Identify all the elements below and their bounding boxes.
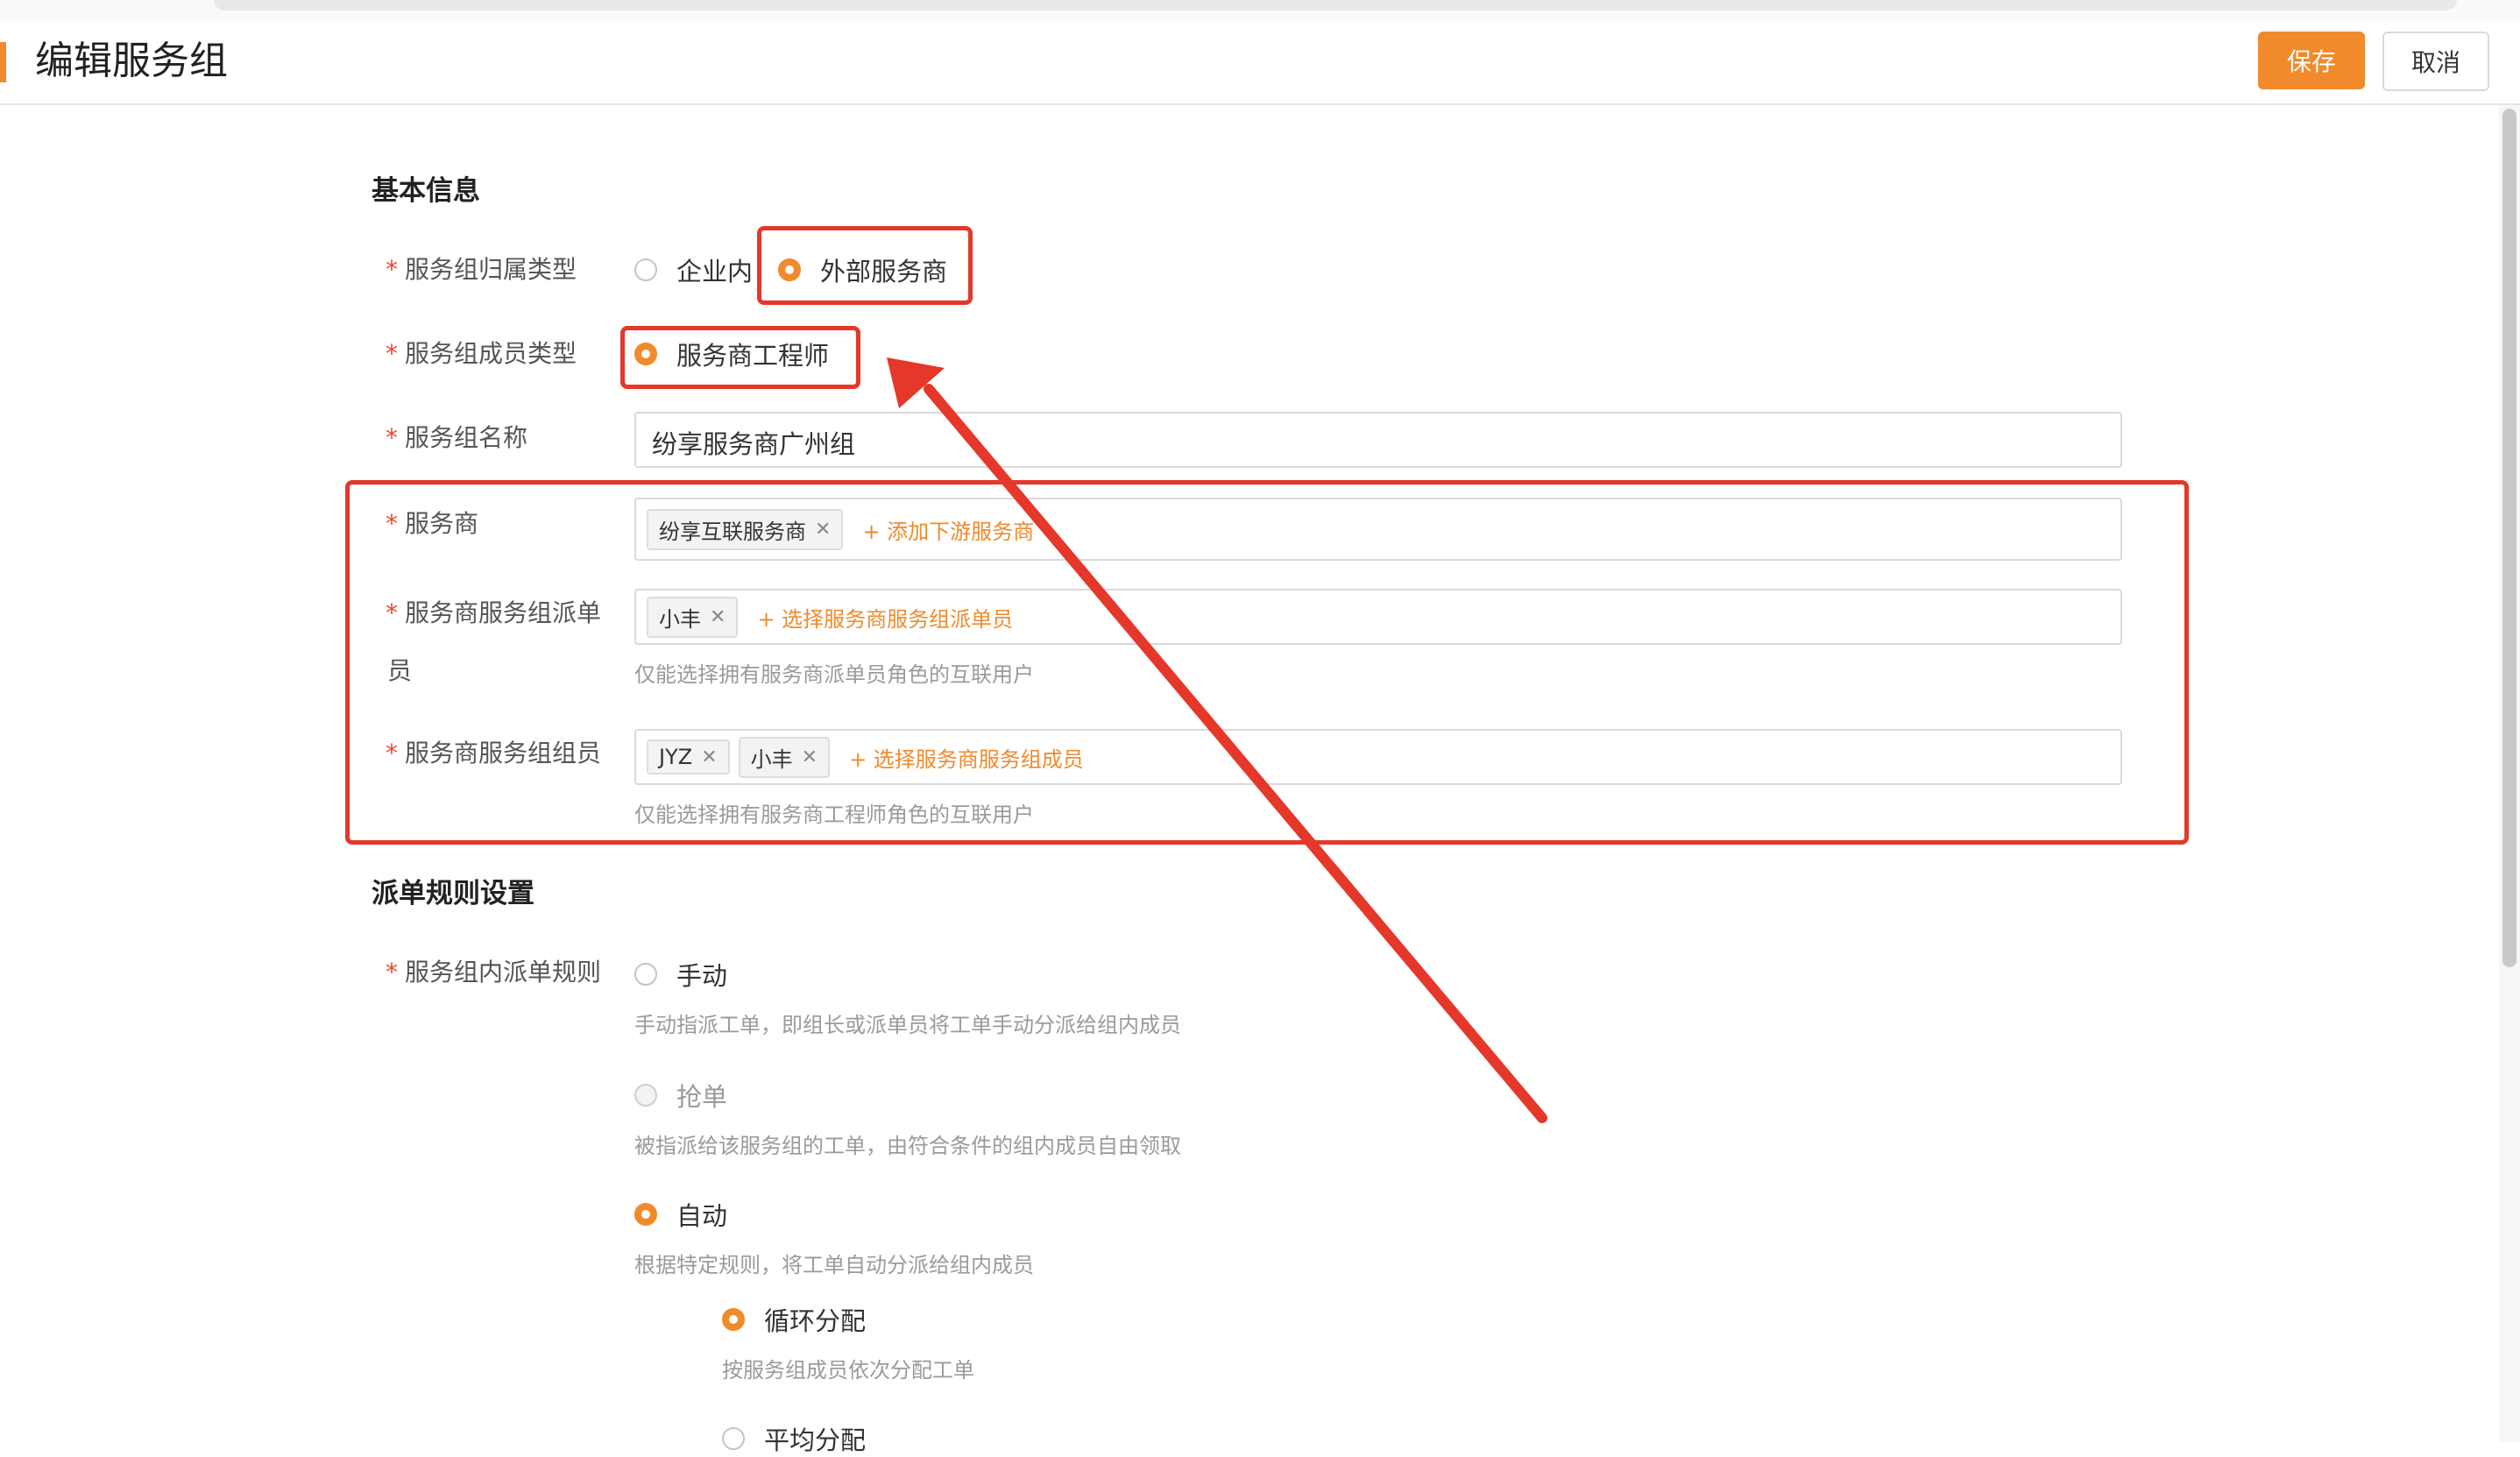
add-provider-link[interactable]: + 添加下游服务商 bbox=[862, 514, 1034, 545]
remove-tag-icon[interactable]: ✕ bbox=[710, 606, 726, 628]
annotation-box-owner-type bbox=[757, 226, 973, 305]
radio-round-robin-circle[interactable] bbox=[722, 1308, 745, 1331]
radio-manual-label: 手动 bbox=[676, 961, 728, 991]
section-title-dispatch: 派单规则设置 bbox=[372, 878, 534, 909]
radio-internal-label: 企业内 bbox=[676, 257, 754, 286]
remove-tag-icon[interactable]: ✕ bbox=[815, 519, 831, 541]
radio-auto-desc: 根据特定规则，将工单自动分派给组内成员 bbox=[634, 1253, 1034, 1277]
radio-round-robin[interactable]: 循环分配 bbox=[722, 1302, 866, 1337]
cancel-button[interactable]: 取消 bbox=[2382, 32, 2489, 91]
radio-manual-circle[interactable] bbox=[634, 963, 657, 986]
radio-round-robin-label: 循环分配 bbox=[764, 1306, 867, 1336]
radio-round-robin-desc: 按服务组成员依次分配工单 bbox=[722, 1358, 974, 1383]
radio-average-label: 平均分配 bbox=[764, 1425, 867, 1455]
radio-grab-desc: 被指派给该服务组的工单，由符合条件的组内成员自由领取 bbox=[634, 1134, 1181, 1158]
add-dispatcher-link[interactable]: + 选择服务商服务组派单员 bbox=[757, 602, 1013, 633]
radio-manual-desc: 手动指派工单，即组长或派单员将工单手动分派给组内成员 bbox=[634, 1013, 1181, 1037]
radio-average[interactable]: 平均分配 bbox=[722, 1421, 866, 1456]
dispatcher-tag: 小丰 ✕ bbox=[647, 596, 739, 638]
annotation-arrow-head bbox=[887, 357, 945, 408]
member-type-label: * 服务组成员类型 bbox=[386, 339, 577, 368]
radio-auto-label: 自动 bbox=[676, 1201, 728, 1231]
radio-auto-circle[interactable] bbox=[634, 1203, 657, 1226]
save-button[interactable]: 保存 bbox=[2258, 32, 2365, 89]
page-header: 编辑服务组 保存 取消 bbox=[0, 21, 2520, 105]
radio-internal[interactable]: 企业内 bbox=[634, 252, 753, 287]
radio-auto[interactable]: 自动 bbox=[634, 1197, 727, 1232]
members-select[interactable]: JYZ ✕ 小丰 ✕ + 选择服务商服务组成员 bbox=[634, 729, 2122, 785]
remove-tag-icon[interactable]: ✕ bbox=[802, 746, 818, 768]
top-tab-bar bbox=[214, 0, 2457, 11]
radio-manual[interactable]: 手动 bbox=[634, 957, 727, 992]
group-name-value: 纷享服务商广州组 bbox=[652, 429, 856, 459]
dispatcher-label-wrap: 员 bbox=[387, 656, 413, 685]
dispatch-rule-label: * 服务组内派单规则 bbox=[386, 958, 602, 987]
group-name-label: * 服务组名称 bbox=[386, 423, 528, 452]
provider-tag: 纷享互联服务商 ✕ bbox=[647, 508, 844, 550]
scrollbar-thumb[interactable] bbox=[2502, 109, 2516, 967]
provider-select[interactable]: 纷享互联服务商 ✕ + 添加下游服务商 bbox=[634, 498, 2122, 561]
dispatcher-label: * 服务商服务组派单 bbox=[386, 598, 602, 627]
radio-grab[interactable]: 抢单 bbox=[634, 1078, 727, 1113]
radio-grab-label: 抢单 bbox=[676, 1082, 728, 1112]
page-title: 编辑服务组 bbox=[35, 39, 228, 83]
section-title-basic: 基本信息 bbox=[372, 175, 480, 207]
add-member-link[interactable]: + 选择服务商服务组成员 bbox=[849, 742, 1084, 773]
radio-internal-circle[interactable] bbox=[634, 258, 657, 281]
member-tag: 小丰 ✕ bbox=[738, 736, 831, 778]
radio-grab-circle[interactable] bbox=[634, 1084, 657, 1107]
annotation-box-member-type bbox=[620, 326, 860, 389]
dispatcher-select[interactable]: 小丰 ✕ + 选择服务商服务组派单员 bbox=[634, 589, 2122, 645]
remove-tag-icon[interactable]: ✕ bbox=[701, 746, 717, 768]
owner-type-label: * 服务组归属类型 bbox=[386, 255, 577, 284]
members-help: 仅能选择拥有服务商工程师角色的互联用户 bbox=[634, 803, 1034, 827]
members-label: * 服务商服务组组员 bbox=[386, 739, 602, 767]
header-accent-bar bbox=[0, 42, 6, 82]
group-name-input[interactable]: 纷享服务商广州组 bbox=[634, 412, 2122, 468]
radio-average-circle[interactable] bbox=[722, 1427, 745, 1450]
provider-label: * 服务商 bbox=[386, 509, 479, 538]
dispatcher-help: 仅能选择拥有服务商派单员角色的互联用户 bbox=[634, 662, 1034, 687]
member-tag: JYZ ✕ bbox=[647, 739, 730, 774]
